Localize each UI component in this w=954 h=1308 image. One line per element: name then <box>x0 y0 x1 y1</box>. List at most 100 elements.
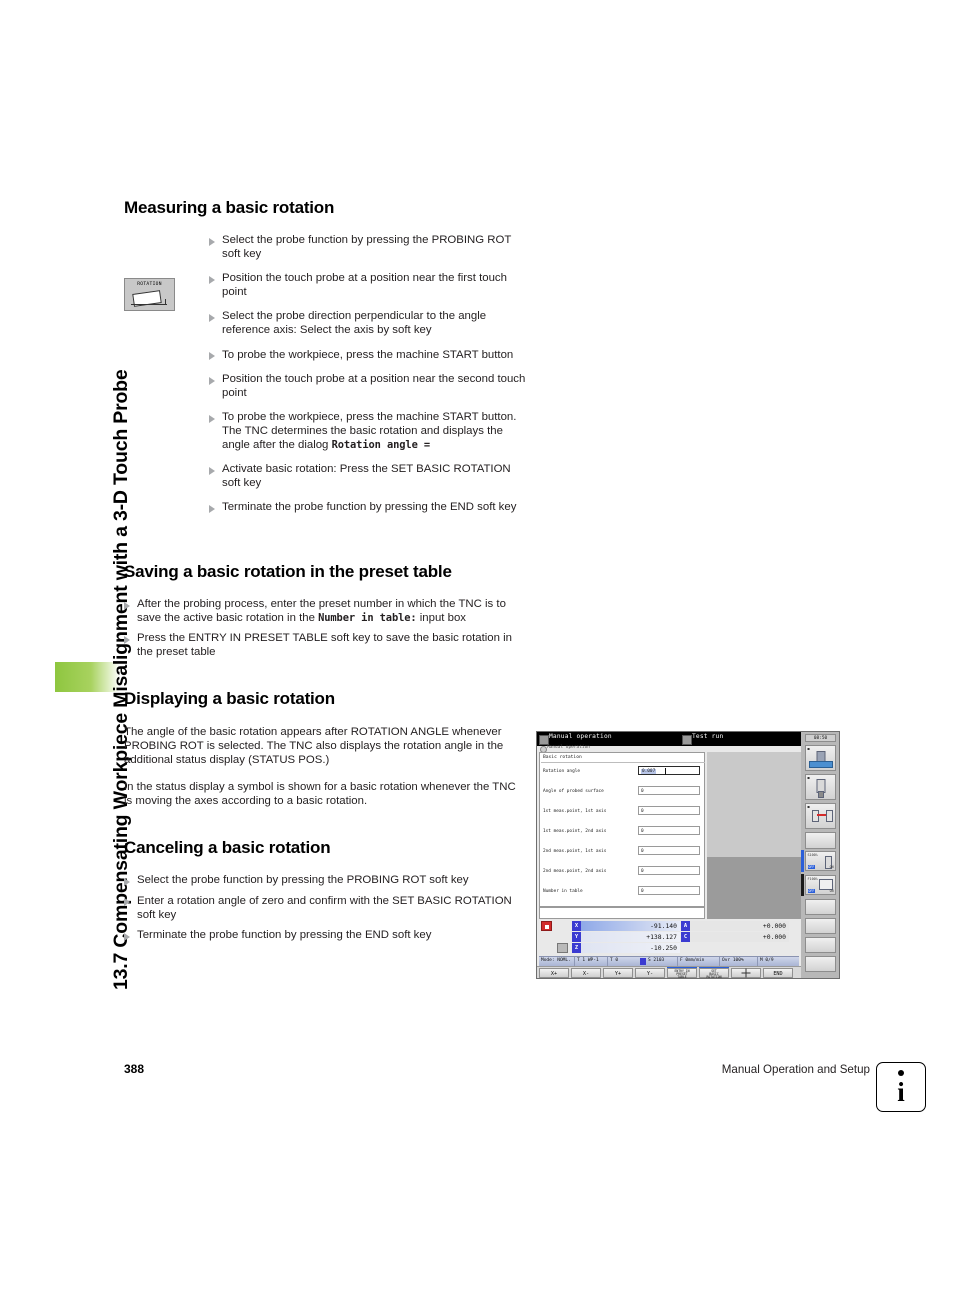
probe-left-icon <box>812 810 819 822</box>
field-input[interactable]: 0 <box>638 846 700 855</box>
field-input[interactable]: 0 <box>638 886 700 895</box>
heading-saving: Saving a basic rotation in the preset ta… <box>124 562 452 581</box>
field-row-meas2-axis1[interactable]: 2nd meas.point, 1st axis 0 <box>543 846 703 857</box>
softkey-label-line3: TABLE <box>677 975 687 979</box>
saving-steps-list: After the probing process, enter the pre… <box>124 598 524 659</box>
info-dot <box>898 1070 904 1076</box>
toggle-on-label[interactable]: ON <box>830 889 834 893</box>
list-item: Press the ENTRY IN PRESET TABLE soft key… <box>124 632 524 659</box>
list-item: Select the probe function by pressing th… <box>124 874 524 888</box>
softkey-set-datum[interactable] <box>731 968 761 978</box>
vsoftkey-workpiece-view[interactable]: ■ <box>805 745 836 771</box>
softkey-label: Y+ <box>614 971 622 978</box>
softkey-x-minus[interactable]: X- <box>571 968 601 978</box>
softkey-end[interactable]: END <box>763 968 793 978</box>
field-row-rotation-angle[interactable]: Rotation angle 0.007 <box>543 766 703 777</box>
position-row-a: A +0.000 <box>681 921 789 931</box>
field-label: 2nd meas.point, 2nd axis <box>543 868 607 874</box>
scroll-indicator-2 <box>801 874 804 896</box>
dialog-prompt-text: Rotation angle = <box>331 438 431 451</box>
rotation-softkey-icon: ROTATION <box>124 278 175 311</box>
axis-label-c: C <box>681 932 690 942</box>
displaying-paragraph-2: In the status display a symbol is shown … <box>124 781 516 808</box>
vsoftkey-blank-4[interactable] <box>805 937 836 953</box>
field-row-meas1-axis2[interactable]: 1st meas.point, 2nd axis 0 <box>543 826 703 837</box>
chapter-side-rail: 13.7 Compensating Workpiece Misalignment… <box>0 0 132 1308</box>
field-value: 0 <box>641 868 644 874</box>
vsoftkey-tag: S100% <box>807 853 818 857</box>
tnc-mode-manual[interactable]: Manual operation <box>549 733 612 740</box>
stop-status-icon <box>541 921 552 931</box>
canceling-steps-list: Select the probe function by pressing th… <box>124 874 524 942</box>
axis-label-x: X <box>572 921 581 931</box>
vsoftkey-blank-2[interactable] <box>805 899 836 915</box>
position-row-z: Z -10.250 <box>572 943 680 953</box>
field-value: 0 <box>641 848 644 854</box>
vsoftkey-probe-pair-view[interactable]: ■ <box>805 803 836 829</box>
field-row-meas1-axis1[interactable]: 1st meas.point, 1st axis 0 <box>543 806 703 817</box>
position-row-y: Y +138.127 <box>572 932 680 942</box>
vsoftkey-tag: ■ <box>807 747 810 751</box>
toggle-on-label[interactable]: ON <box>830 865 834 869</box>
vsoftkey-blank-1[interactable] <box>805 832 836 849</box>
field-row-meas2-axis2[interactable]: 2nd meas.point, 2nd axis 0 <box>543 866 703 877</box>
list-item: Terminate the probe function by pressing… <box>124 929 524 943</box>
toggle-off-label[interactable]: OFF <box>807 864 816 869</box>
softkey-y-minus[interactable]: Y- <box>635 968 665 978</box>
position-display: X -91.140 Y +138.127 Z -10.250 A +0.000 … <box>539 921 799 955</box>
status-preset: T 1 WP-1 <box>577 958 599 963</box>
rotation-softkey-label: ROTATION <box>137 282 162 287</box>
toggle-off-label[interactable]: OFF <box>807 888 816 893</box>
tnc-vertical-softkey-column: 08:50 ■ ■ ■ S100% OFF ON F100% OFF ON <box>801 732 839 978</box>
vsoftkey-tag: ■ <box>807 805 810 809</box>
status-spindle-box <box>640 957 646 965</box>
vsoftkey-blank-5[interactable] <box>805 956 836 972</box>
canceling-steps-block: Select the probe function by pressing th… <box>124 874 524 942</box>
field-input[interactable]: 0 <box>638 786 700 795</box>
scroll-indicator-1 <box>801 850 804 872</box>
manual-mode-icon <box>539 734 549 745</box>
field-input[interactable]: 0 <box>638 826 700 835</box>
list-item: To probe the workpiece, press the machin… <box>209 411 529 452</box>
field-input[interactable]: 0.007 <box>638 766 700 775</box>
form-divider <box>541 762 705 763</box>
axis-value-x: -91.140 <box>581 921 680 931</box>
status-mode: Mode: NOML. <box>541 958 571 963</box>
tnc-screen-area: Manual operation Test run Manual operati… <box>537 732 801 978</box>
saving-steps-block: After the probing process, enter the pre… <box>124 598 524 659</box>
field-input[interactable]: 0 <box>638 806 700 815</box>
status-divider <box>607 957 608 966</box>
heading-displaying: Displaying a basic rotation <box>124 689 335 709</box>
field-value: 0.007 <box>641 768 657 774</box>
softkey-set-basic-rotation[interactable]: SET BASIC ROTATION <box>699 968 729 978</box>
vsoftkey-blank-3[interactable] <box>805 918 836 934</box>
list-item: Select the probe direction perpendicular… <box>209 310 529 337</box>
softkey-label: END <box>773 971 783 978</box>
rotation-tick-mark <box>165 299 166 305</box>
vsoftkey-spindle-override[interactable]: S100% OFF ON <box>805 851 836 871</box>
form-title: Basic rotation <box>543 755 582 760</box>
field-input[interactable]: 0 <box>638 866 700 875</box>
info-badge-icon: i <box>876 1062 926 1112</box>
list-item: Position the touch probe at a position n… <box>209 373 529 400</box>
vsoftkey-tag: ■ <box>807 776 810 780</box>
axis-value-y: +138.127 <box>581 932 680 942</box>
softkey-entry-in-preset-table[interactable]: ENTRY IN PRESET TABLE <box>667 968 697 978</box>
list-item: Select the probe function by pressing th… <box>209 234 529 261</box>
softkey-label: X+ <box>550 971 558 978</box>
vsoftkey-tool-view[interactable]: ■ <box>805 774 836 800</box>
tnc-control-screenshot: Manual operation Test run Manual operati… <box>536 731 840 979</box>
status-divider <box>574 957 575 966</box>
softkey-y-plus[interactable]: Y+ <box>603 968 633 978</box>
field-row-number-in-table[interactable]: Number in table 0 <box>543 886 703 897</box>
tnc-mode-test-run[interactable]: Test run <box>692 733 723 740</box>
softkey-x-plus[interactable]: X+ <box>539 968 569 978</box>
graphic-area-upper <box>707 752 801 857</box>
list-item: Position the touch probe at a position n… <box>209 272 529 299</box>
field-row-angle-probed-surface[interactable]: Angle of probed surface 0 <box>543 786 703 797</box>
status-override: Ovr 100% <box>722 958 744 963</box>
axis-value-c: +0.000 <box>690 932 789 942</box>
measuring-steps-block: Select the probe function by pressing th… <box>209 234 529 515</box>
vsoftkey-feed-override[interactable]: F100% OFF ON <box>805 875 836 895</box>
field-value: 0 <box>641 828 644 834</box>
